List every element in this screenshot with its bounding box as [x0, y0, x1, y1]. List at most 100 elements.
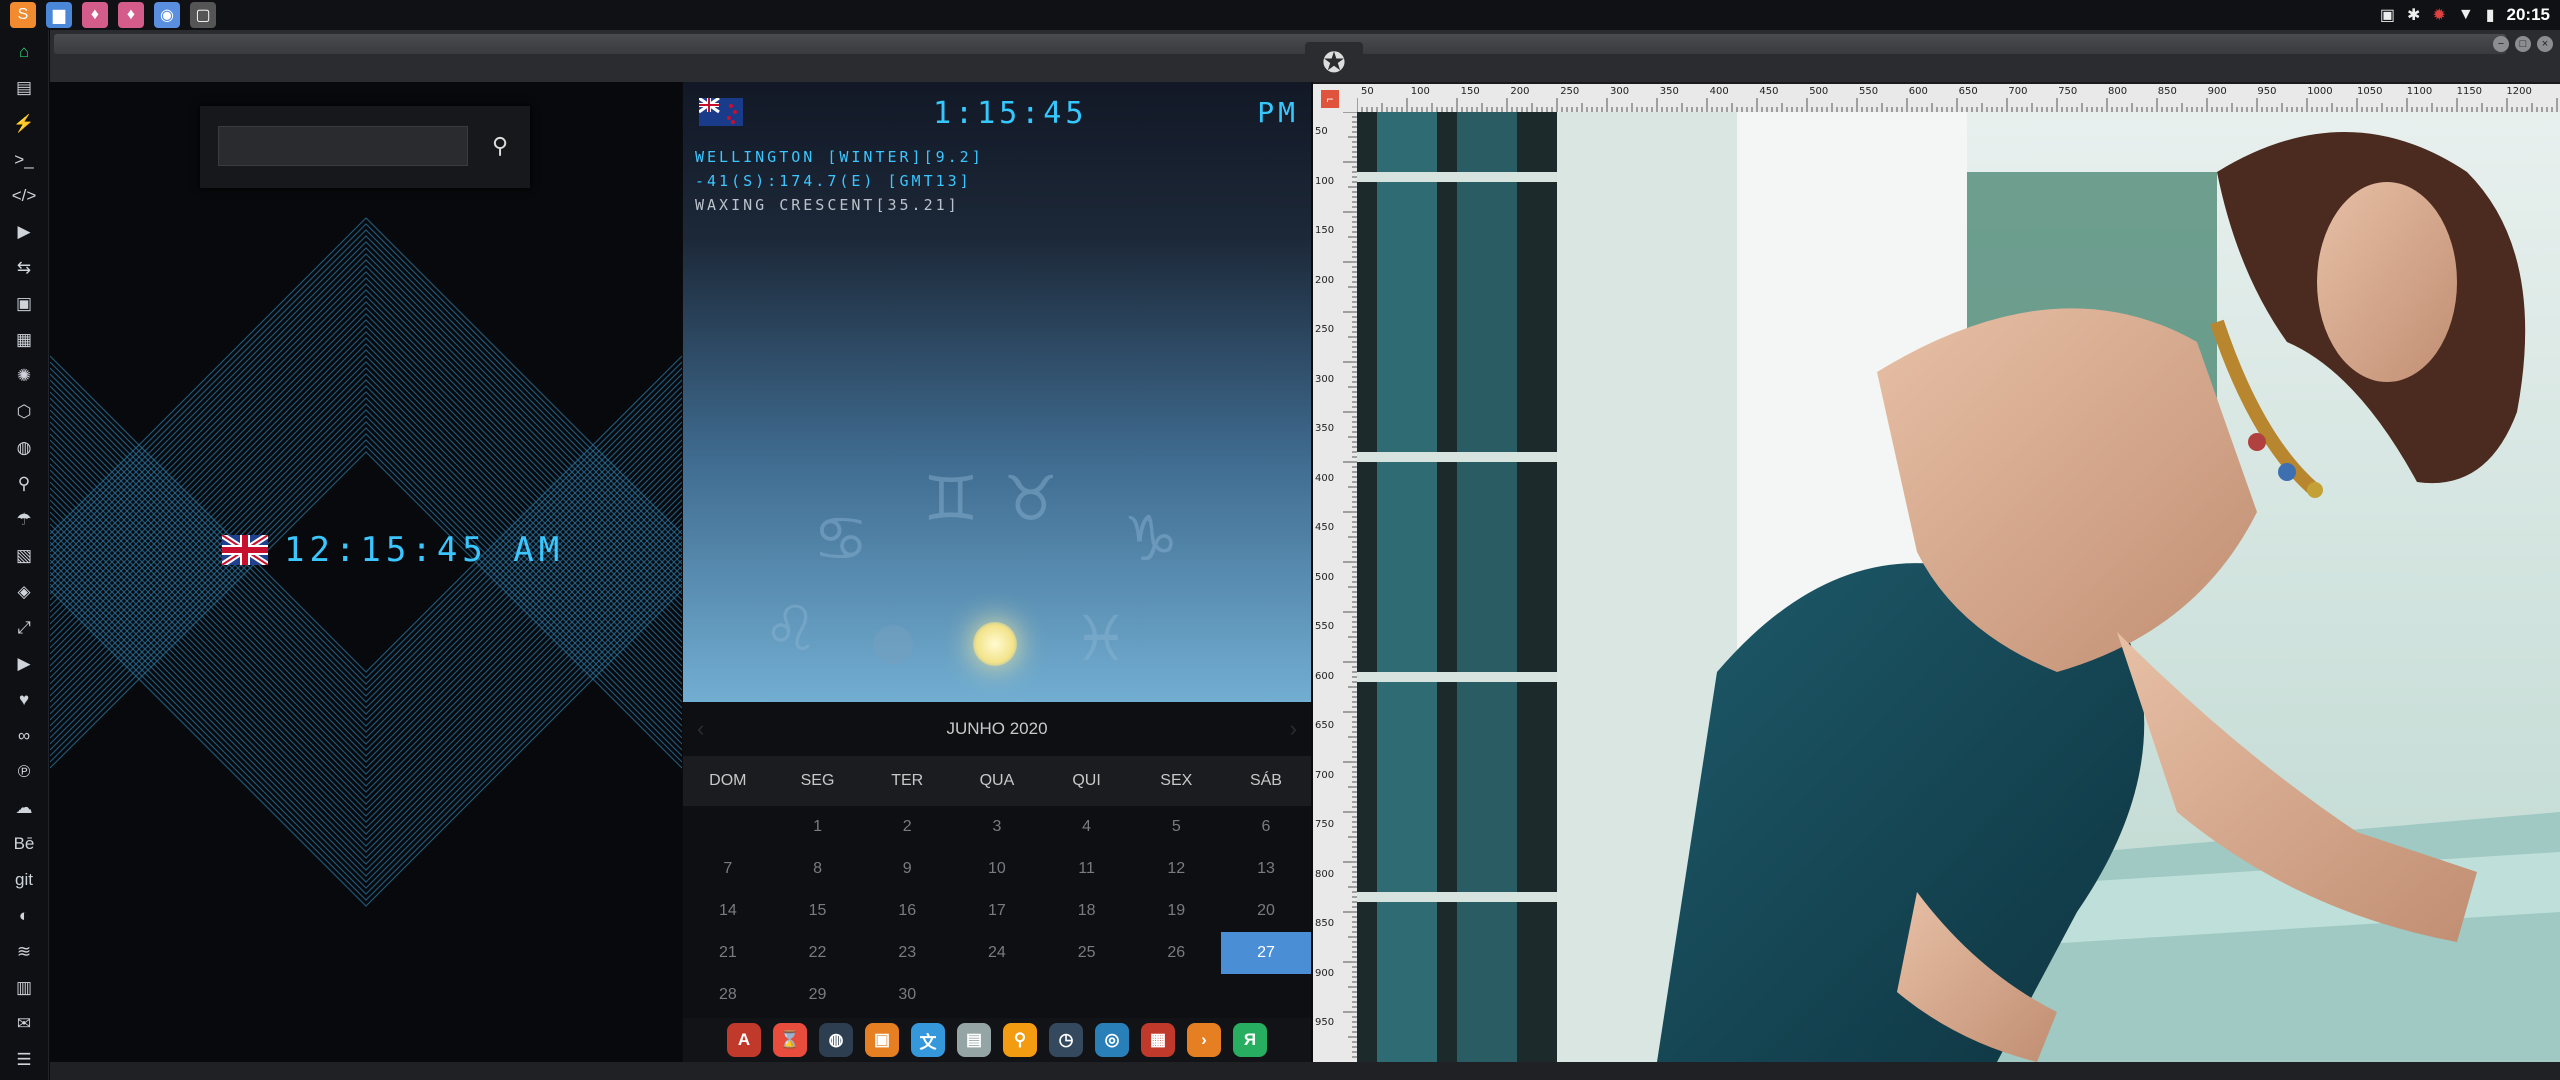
map-icon[interactable]: ▥	[8, 972, 40, 1004]
moon-phase-line: WAXING CRESCENT[35.21]	[695, 196, 960, 214]
calendar-day[interactable]: 5	[1131, 806, 1221, 848]
calendar-day[interactable]: 26	[1131, 932, 1221, 974]
globe-icon[interactable]: ◍	[8, 432, 40, 464]
hexagon-icon[interactable]: ⬡	[8, 396, 40, 428]
virus-icon[interactable]: ✹	[2432, 5, 2445, 25]
vertical-ruler[interactable]: 50 100 150 200 250 300 350 400 450 500 550 600 650 70…	[1313, 112, 1357, 1062]
cloud-icon[interactable]: ☁	[8, 792, 40, 824]
heart-icon[interactable]: ♥	[8, 684, 40, 716]
canvas-photo[interactable]	[1357, 112, 2560, 1062]
bolt-icon[interactable]: ⚡	[8, 108, 40, 140]
taskbar-chrome-icon[interactable]: ◉	[154, 2, 180, 28]
document-icon[interactable]: ▤	[8, 72, 40, 104]
calendar-day[interactable]: 15	[773, 890, 863, 932]
taskbar-window-icon[interactable]: ▢	[190, 2, 216, 28]
system-tray: ▣ ✱ ✹ ▼ ▮ 20:15	[2380, 0, 2550, 30]
server-icon[interactable]: ☰	[8, 1044, 40, 1076]
dock-terminal-icon[interactable]: ›	[1187, 1023, 1221, 1057]
expand-icon[interactable]: ⤢	[8, 612, 40, 644]
calendar-day[interactable]: 2	[862, 806, 952, 848]
taskbar-files-icon[interactable]: ▆	[46, 2, 72, 28]
translate-icon[interactable]: ⇆	[8, 252, 40, 284]
news-icon[interactable]: ▦	[8, 324, 40, 356]
github-icon[interactable]: ◐	[8, 900, 40, 932]
contact-icon[interactable]: ▧	[8, 540, 40, 572]
close-button[interactable]: ×	[2537, 36, 2553, 52]
minimize-button[interactable]: −	[2493, 36, 2509, 52]
calendar-day[interactable]: 21	[683, 932, 773, 974]
calendar-day[interactable]: 24	[952, 932, 1042, 974]
dock-hourglass-icon[interactable]: ⌛	[773, 1023, 807, 1057]
home-icon[interactable]: ⌂	[8, 36, 40, 68]
horizontal-ruler[interactable]: 50 100 150 200 250 300 350 400 450 500 550 600 650 70…	[1357, 84, 2560, 112]
calendar-day[interactable]: 25	[1042, 932, 1132, 974]
youtube-icon[interactable]: ▶	[8, 648, 40, 680]
terminal-icon[interactable]: >_	[8, 144, 40, 176]
diamond-icon[interactable]: ◈	[8, 576, 40, 608]
calendar-day[interactable]: 6	[1221, 806, 1311, 848]
calendar-day[interactable]: 28	[683, 974, 773, 1016]
taskbar-app-pink-1-icon[interactable]: ♦	[82, 2, 108, 28]
dock-translator-icon[interactable]: 文	[911, 1023, 945, 1057]
git-icon[interactable]: git	[8, 864, 40, 896]
maximize-button[interactable]: □	[2515, 36, 2531, 52]
calendar-day[interactable]: 14	[683, 890, 773, 932]
dock-yandex-icon[interactable]: Я	[1233, 1023, 1267, 1057]
dock-news-icon[interactable]: ▤	[957, 1023, 991, 1057]
calendar-day[interactable]: 9	[862, 848, 952, 890]
bluetooth-icon[interactable]: ✱	[2407, 5, 2420, 25]
calendar-day[interactable]: 22	[773, 932, 863, 974]
calendar-day[interactable]: 19	[1131, 890, 1221, 932]
calendar-day[interactable]: 27	[1221, 932, 1311, 974]
search-icon[interactable]: ⚲	[480, 126, 520, 166]
search-icon[interactable]: ⚲	[8, 468, 40, 500]
ruler-origin-button[interactable]: ⌐	[1321, 90, 1339, 108]
calendar-day[interactable]: 20	[1221, 890, 1311, 932]
mail-icon[interactable]: ✉	[8, 1008, 40, 1040]
taskbar-sublime-icon[interactable]: S	[10, 2, 36, 28]
play-icon[interactable]: ▶	[8, 216, 40, 248]
prev-month-button[interactable]: ‹	[697, 716, 704, 742]
calendar-day[interactable]: 16	[862, 890, 952, 932]
calendar-day[interactable]: 11	[1042, 848, 1132, 890]
calendar-day[interactable]: 3	[952, 806, 1042, 848]
calendar-day[interactable]: 10	[952, 848, 1042, 890]
clock[interactable]: 20:15	[2507, 5, 2550, 25]
battery-icon[interactable]: ▮	[2486, 5, 2495, 25]
calendar-day[interactable]: 23	[862, 932, 952, 974]
layers-icon[interactable]: ≋	[8, 936, 40, 968]
dock-earth-icon[interactable]: ◍	[819, 1023, 853, 1057]
react-icon[interactable]: ✺	[8, 360, 40, 392]
code-icon[interactable]: </>	[8, 180, 40, 212]
window-title-bar[interactable]	[54, 34, 2506, 54]
dock-app-a-icon[interactable]: A	[727, 1023, 761, 1057]
calendar-day[interactable]: 12	[1131, 848, 1221, 890]
wifi-icon[interactable]: ▼	[2458, 6, 2474, 24]
calendar-empty-cell	[1221, 974, 1311, 1016]
image-icon[interactable]: ▣	[8, 288, 40, 320]
dock-image-viewer-icon[interactable]: ▣	[865, 1023, 899, 1057]
umbrella-icon[interactable]: ☂	[8, 504, 40, 536]
calendar-day[interactable]: 8	[773, 848, 863, 890]
calendar-day[interactable]: 1	[773, 806, 863, 848]
calendar-day[interactable]: 7	[683, 848, 773, 890]
calendar-day[interactable]: 4	[1042, 806, 1132, 848]
calendar-day[interactable]: 30	[862, 974, 952, 1016]
dock-clock-icon[interactable]: ◷	[1049, 1023, 1083, 1057]
behance-icon[interactable]: Bē	[8, 828, 40, 860]
dock-browser-icon[interactable]: ◎	[1095, 1023, 1129, 1057]
pinterest-icon[interactable]: ℗	[8, 756, 40, 788]
next-month-button[interactable]: ›	[1290, 716, 1297, 742]
search-input[interactable]	[218, 126, 468, 166]
infinity-icon[interactable]: ∞	[8, 720, 40, 752]
calendar-empty-cell	[952, 974, 1042, 1016]
taskbar-app-pink-2-icon[interactable]: ♦	[118, 2, 144, 28]
calendar-day[interactable]: 18	[1042, 890, 1132, 932]
dock-calendar-icon[interactable]: ▦	[1141, 1023, 1175, 1057]
image-icon[interactable]: ▣	[2380, 5, 2395, 25]
nz-ampm: PM	[1257, 96, 1299, 129]
calendar-day[interactable]: 13	[1221, 848, 1311, 890]
calendar-day[interactable]: 29	[773, 974, 863, 1016]
dock-search-icon[interactable]: ⚲	[1003, 1023, 1037, 1057]
calendar-day[interactable]: 17	[952, 890, 1042, 932]
